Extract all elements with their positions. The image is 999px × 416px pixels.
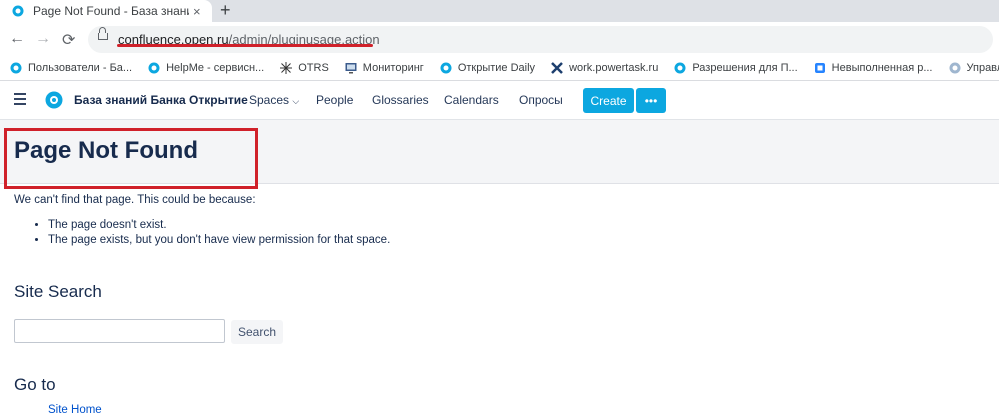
confluence-logo-icon[interactable]	[45, 91, 63, 109]
nav-people[interactable]: People	[316, 93, 353, 107]
browser-tab[interactable]: Page Not Found - База знаний Б ×	[0, 0, 212, 22]
confluence-icon	[440, 62, 452, 74]
not-found-message: We can't find that page. This could be b…	[14, 194, 256, 206]
nav-glossaries[interactable]: Glossaries	[372, 93, 429, 107]
powertask-icon	[551, 62, 563, 74]
chevron-down-icon: ⌵	[292, 96, 299, 106]
nav-calendars[interactable]: Calendars	[444, 93, 499, 107]
tab-close-icon[interactable]: ×	[193, 4, 201, 19]
confluence-icon	[674, 62, 686, 74]
site-name[interactable]: База знаний Банка Открытие	[74, 93, 248, 107]
search-button[interactable]: Search	[231, 320, 283, 344]
nav-surveys[interactable]: Опросы	[519, 93, 563, 107]
bookmark-item[interactable]: OTRS	[280, 62, 329, 74]
new-tab-button[interactable]: +	[220, 1, 231, 19]
confluence-header: База знаний Банка Открытие Spaces ⌵ Peop…	[0, 81, 999, 120]
browser-tab-strip: Page Not Found - База знаний Б × +	[0, 0, 999, 22]
tab-title: Page Not Found - База знаний Б	[33, 4, 189, 18]
bookmark-item[interactable]: HelpMe - сервисн...	[148, 62, 264, 74]
forward-icon[interactable]: →	[35, 30, 51, 48]
site-home-link[interactable]: Site Home	[48, 404, 102, 416]
list-item: The page doesn't exist.	[48, 219, 390, 231]
create-button[interactable]: Create	[583, 88, 634, 113]
annotation-box	[4, 128, 258, 189]
list-item: The page exists, but you don't have view…	[48, 234, 390, 246]
confluence-favicon-icon	[12, 5, 24, 17]
bookmark-item[interactable]: Открытие Daily	[440, 62, 535, 74]
confluence-icon	[10, 62, 22, 74]
reasons-list: The page doesn't exist. The page exists,…	[32, 219, 390, 249]
nav-spaces[interactable]: Spaces ⌵	[249, 93, 299, 107]
bookmark-item[interactable]: Невыполненная р...	[814, 62, 933, 74]
jira-icon	[814, 62, 826, 74]
search-input[interactable]	[14, 319, 225, 343]
lock-icon	[98, 33, 108, 40]
back-icon[interactable]: ←	[9, 30, 25, 48]
site-search-heading: Site Search	[14, 282, 102, 302]
menu-icon[interactable]	[14, 93, 26, 108]
address-bar[interactable]: confluence.open.ru/admin/pluginusage.act…	[88, 26, 993, 53]
confluence-icon	[949, 62, 961, 74]
confluence-icon	[148, 62, 160, 74]
bookmark-item[interactable]: work.powertask.ru	[551, 62, 658, 74]
reload-icon[interactable]: ⟳	[62, 30, 75, 50]
bookmarks-bar: Пользователи - Ба... HelpMe - сервисн...…	[0, 56, 999, 81]
bookmark-item[interactable]: Пользователи - Ба...	[10, 62, 132, 74]
monitor-icon	[345, 62, 357, 74]
bookmark-item[interactable]: Разрешения для П...	[674, 62, 797, 74]
goto-heading: Go to	[14, 375, 56, 395]
bookmark-item[interactable]: Мониторинг	[345, 62, 424, 74]
more-button[interactable]: •••	[636, 88, 666, 113]
bookmark-item[interactable]: Управлен	[949, 62, 999, 74]
address-row: ← → ⟳ confluence.open.ru/admin/pluginusa…	[0, 22, 999, 56]
otrs-icon	[280, 62, 292, 74]
annotation-underline	[117, 44, 373, 47]
